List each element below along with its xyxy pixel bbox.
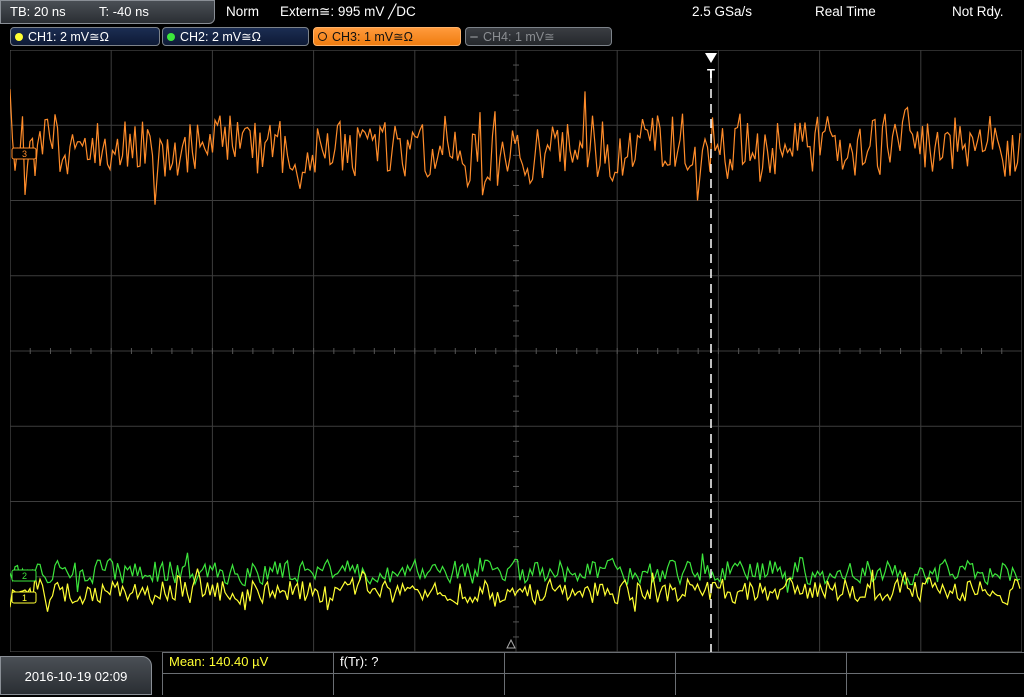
mean-measurement[interactable]: Mean: 140.40 µV [169, 654, 268, 697]
sample-rate: 2.5 GSa/s [692, 4, 753, 19]
ch3-ground-marker[interactable]: 3 [11, 147, 37, 160]
channel-bar: CH1: 2 mV≅Ω CH2: 2 mV≅Ω CH3: 1 mV≅Ω CH4:… [0, 26, 1024, 48]
svg-text:1: 1 [22, 593, 27, 603]
top-status-bar: TB: 20 ns T: -40 ns Norm Extern≅: 995 mV… [0, 0, 1024, 24]
ch2-button[interactable]: CH2: 2 mV≅Ω [162, 27, 309, 46]
frequency-measurement[interactable]: f(Tr): ? [340, 654, 379, 697]
ch3-label: CH3: 1 mV≅Ω [332, 30, 413, 44]
svg-text:2: 2 [22, 571, 27, 581]
measure-table-col-divider [846, 652, 847, 695]
ch1-label: CH1: 2 mV≅Ω [28, 30, 109, 44]
measure-table-row-divider [162, 673, 1024, 674]
trigger-mode[interactable]: Norm [226, 0, 259, 24]
ch1-indicator-icon [15, 33, 23, 41]
ch2-indicator-icon [167, 33, 175, 41]
ch4-label: CH4: 1 mV≅ [483, 30, 555, 44]
trigger-marker-label: T [707, 66, 715, 81]
ch1-ground-marker[interactable]: 1 [11, 591, 37, 604]
measure-table-col-divider [675, 652, 676, 695]
measure-table-top-border [162, 652, 1024, 653]
bottom-bar: 2016-10-19 02:09 Mean: 140.40 µV f(Tr): … [0, 652, 1024, 695]
waveform-display[interactable]: T 3 2 1 [10, 50, 1022, 652]
measure-table-col-divider [333, 652, 334, 695]
date-time: 2016-10-19 02:09 [0, 656, 152, 695]
acquisition-mode: Real Time [815, 4, 876, 19]
ch4-button[interactable]: CH4: 1 mV≅ [465, 27, 612, 46]
measure-table-col-divider [504, 652, 505, 695]
acquisition-status: Not Rdy. [952, 4, 1004, 19]
svg-text:3: 3 [22, 149, 27, 159]
ch1-button[interactable]: CH1: 2 mV≅Ω [10, 27, 160, 46]
ch2-ground-marker[interactable]: 2 [11, 569, 37, 582]
ch3-indicator-icon [318, 32, 327, 41]
trigger-source[interactable]: Extern≅: 995 mV ╱DC [280, 0, 416, 24]
ch3-button[interactable]: CH3: 1 mV≅Ω [313, 27, 461, 46]
timebase-value: TB: 20 ns [10, 4, 66, 19]
ch4-indicator-icon [470, 36, 478, 38]
trigger-offset-value: T: -40 ns [99, 4, 149, 19]
timebase-panel[interactable]: TB: 20 ns T: -40 ns [0, 0, 215, 24]
ch2-label: CH2: 2 mV≅Ω [180, 30, 261, 44]
